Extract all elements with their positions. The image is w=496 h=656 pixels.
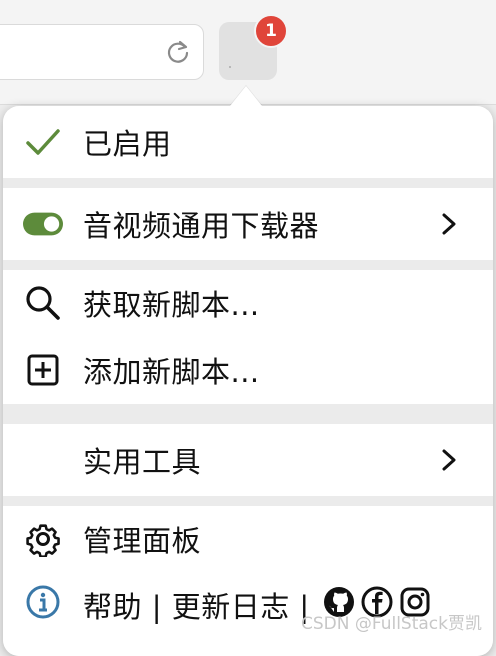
info-icon <box>23 582 63 622</box>
menu-item-label: 管理面板 <box>83 524 202 558</box>
chevron-right-icon <box>442 449 456 471</box>
menu-item-dashboard[interactable]: 管理面板 <box>3 506 493 572</box>
menu-item-add-new-script[interactable]: 添加新脚本... <box>3 336 493 404</box>
menu-item-label: 实用工具 <box>83 445 202 479</box>
extension-popup-menu: 已启用 音视频通用下载器 获取新脚本... 添加新脚本... 实用工具 管理面板… <box>3 106 493 656</box>
menu-item-utilities[interactable]: 实用工具 <box>3 424 493 496</box>
plus-box-icon <box>23 350 63 390</box>
extension-icon <box>229 66 231 68</box>
notification-badge: 1 <box>254 14 288 48</box>
toggle-icon[interactable] <box>23 204 63 244</box>
chevron-right-icon <box>442 213 456 235</box>
menu-item-get-new-scripts[interactable]: 获取新脚本... <box>3 270 493 336</box>
address-bar[interactable] <box>0 24 204 80</box>
menu-item-label: 添加新脚本... <box>83 355 260 389</box>
gear-icon <box>23 519 63 559</box>
csdn-watermark: CSDN @FullStack贾凯 <box>300 614 482 634</box>
menu-item-script-downloader[interactable]: 音视频通用下载器 <box>3 188 493 260</box>
search-icon <box>23 283 63 323</box>
menu-item-label: 获取新脚本... <box>83 288 260 322</box>
menu-item-label: 音视频通用下载器 <box>83 209 320 243</box>
menu-item-label: 已启用 <box>83 127 172 161</box>
help-changelog-links[interactable]: 帮助 | 更新日志 | <box>83 584 310 626</box>
checkmark-icon <box>23 122 63 162</box>
menu-item-enabled[interactable]: 已启用 <box>3 106 493 178</box>
reload-icon[interactable] <box>165 39 191 65</box>
popup-arrow <box>230 86 262 106</box>
